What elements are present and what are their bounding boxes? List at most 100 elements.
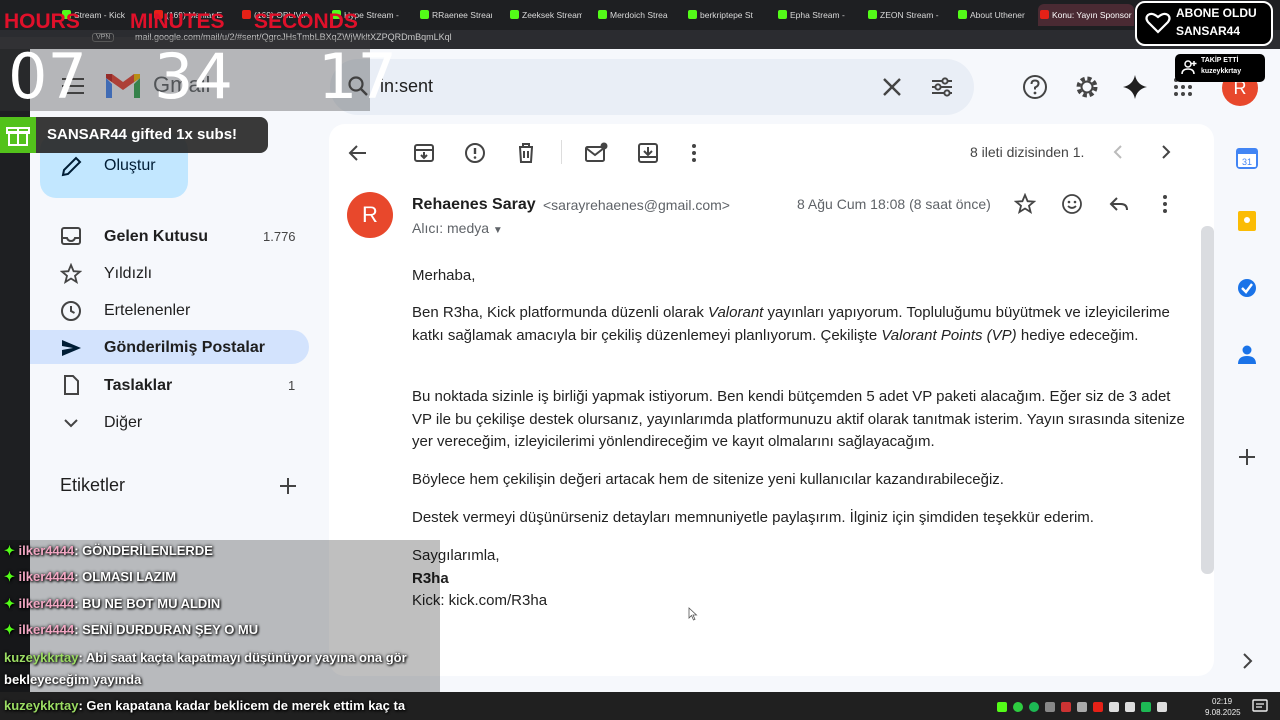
- chat-backdrop: [0, 540, 440, 692]
- recipient-line[interactable]: Alıcı: medya ▼: [412, 220, 503, 236]
- add-label-icon[interactable]: [278, 476, 298, 496]
- timer-hours: 07: [8, 40, 87, 113]
- sidebar-item-label: Gelen Kutusu: [104, 228, 209, 245]
- trash-icon[interactable]: [514, 141, 538, 165]
- pagination-text: 8 ileti dizisinden 1.: [970, 144, 1085, 160]
- svg-text:31: 31: [1242, 157, 1252, 167]
- sidebar-item-label: Gönderilmiş Postalar: [104, 339, 265, 356]
- recipient-text: Alıcı: medya: [412, 220, 490, 236]
- chevron-right-icon[interactable]: [1236, 650, 1258, 672]
- gift-box-icon: [0, 117, 36, 153]
- inbox-count: 1.776: [263, 229, 296, 244]
- scrollbar[interactable]: [1201, 226, 1214, 574]
- timer-label-hours: HOURS: [4, 10, 80, 33]
- contacts-icon[interactable]: [1236, 343, 1258, 365]
- mark-unread-icon[interactable]: [584, 141, 608, 165]
- clear-search-icon[interactable]: [878, 73, 906, 101]
- more-vert-icon[interactable]: [682, 141, 706, 165]
- drafts-count: 1: [288, 378, 296, 393]
- chat-message: ✦ ilker4444: GÖNDERİLENLERDE: [4, 543, 213, 558]
- clock-date[interactable]: 9.08.2025: [1205, 708, 1241, 717]
- caret-down-icon[interactable]: ▼: [493, 225, 503, 236]
- system-tray-icons[interactable]: [995, 700, 1185, 714]
- report-spam-icon[interactable]: [463, 141, 487, 165]
- timer-minutes: 34: [154, 40, 233, 113]
- tasks-icon[interactable]: [1236, 277, 1258, 299]
- search-options-icon[interactable]: [928, 73, 956, 101]
- browser-tab[interactable]: ZEON Stream -: [866, 4, 940, 26]
- chat-message: ✦ ilker4444: OLMASI LAZIM: [4, 569, 177, 584]
- sidebar-item-label: Ertelenenler: [104, 302, 191, 319]
- subscriber-alert-title: ABONE OLDU: [1176, 6, 1257, 20]
- kick-icon: [868, 10, 877, 19]
- browser-tab[interactable]: Epha Stream -: [776, 4, 850, 26]
- screen: Stream - Kick (169) Manlar E (169) OBLIV…: [0, 0, 1280, 720]
- email-signature-link: Kick: kick.com/R3ha: [412, 592, 548, 609]
- chat-message: kuzeykkrtay: Abi saat kaçta kapatmayı dü…: [4, 650, 407, 665]
- timer-label-minutes: MINUTES: [130, 10, 225, 33]
- star-icon: [60, 263, 82, 284]
- draft-file-icon: [64, 375, 79, 395]
- email-paragraph: Destek vermeyi düşünürseniz detayları me…: [412, 509, 1094, 526]
- forum-icon: [1040, 10, 1049, 19]
- back-arrow-icon[interactable]: [346, 141, 370, 165]
- follower-alert-name: kuzeykkrtay: [1201, 68, 1242, 75]
- timer-seconds: 17: [318, 40, 397, 113]
- reply-icon[interactable]: [1108, 193, 1130, 215]
- settings-gear-icon[interactable]: [1073, 73, 1101, 101]
- emoji-reaction-icon[interactable]: [1061, 193, 1083, 215]
- sidebar-item-label: Yıldızlı: [104, 265, 153, 282]
- kick-icon: [958, 10, 967, 19]
- sidebar-item-label: Diğer: [104, 414, 143, 431]
- message-date: 8 Ağu Cum 18:08 (8 saat önce): [797, 196, 991, 212]
- move-to-icon[interactable]: [636, 141, 660, 165]
- heart-icon: [1145, 12, 1171, 34]
- browser-tab-active[interactable]: Konu: Yayın Sponsor: [1038, 4, 1134, 26]
- mouse-cursor-icon: [688, 607, 698, 621]
- chat-message: kuzeykkrtay: Gen kapatana kadar beklicem…: [4, 698, 406, 713]
- compose-label: Oluştur: [104, 157, 156, 174]
- kick-icon: [510, 10, 519, 19]
- sender-name[interactable]: Rehaenes Saray: [412, 196, 536, 214]
- clock-time[interactable]: 02:19: [1212, 697, 1232, 706]
- pencil-icon: [61, 156, 82, 177]
- sender-email: <sarayrehaenes@gmail.com>: [543, 197, 730, 213]
- archive-icon[interactable]: [412, 141, 436, 165]
- browser-tab[interactable]: berkriptepe St: [686, 4, 760, 26]
- more-vert-icon[interactable]: [1154, 193, 1176, 215]
- subscriber-alert-name: SANSAR44: [1176, 24, 1241, 38]
- notification-icon[interactable]: [1252, 699, 1268, 713]
- sender-avatar[interactable]: R: [347, 192, 393, 238]
- help-icon[interactable]: [1021, 73, 1049, 101]
- clock-icon: [61, 301, 81, 321]
- browser-tab[interactable]: Zeeksek Stream: [508, 4, 582, 26]
- labels-heading: Etiketler: [60, 475, 126, 495]
- browser-tab[interactable]: RRaenee Stream: [418, 4, 492, 26]
- toolbar-divider: [561, 140, 562, 164]
- email-paragraph: Bu noktada sizinle iş birliği yapmak ist…: [412, 388, 1185, 450]
- chat-message: ✦ ilker4444: SENİ DURDURAN ŞEY O MU: [4, 622, 259, 637]
- inbox-icon: [61, 227, 81, 245]
- kick-icon: [688, 10, 697, 19]
- timer-label-seconds: SECONDS: [254, 10, 358, 33]
- kick-icon: [598, 10, 607, 19]
- chat-message-continuation: bekleyeceğim yayında: [4, 672, 142, 687]
- gift-alert-text: SANSAR44 gifted 1x subs!: [47, 126, 238, 143]
- browser-tab[interactable]: About Uthener: [956, 4, 1032, 26]
- email-signoff: Saygılarımla,: [412, 547, 500, 564]
- email-greeting: Merhaba,: [412, 267, 476, 284]
- kick-icon: [778, 10, 787, 19]
- keep-icon[interactable]: [1236, 210, 1258, 232]
- email-signature-name: R3ha: [412, 570, 449, 587]
- calendar-icon[interactable]: 31: [1236, 147, 1258, 169]
- email-paragraph: Böylece hem çekilişin değeri artacak hem…: [412, 471, 1004, 488]
- browser-tab[interactable]: Merdoich Strea: [596, 4, 670, 26]
- chevron-left-icon[interactable]: [1110, 143, 1128, 161]
- chevron-right-icon[interactable]: [1156, 143, 1174, 161]
- gemini-sparkle-icon[interactable]: [1121, 73, 1149, 101]
- star-icon[interactable]: [1014, 193, 1036, 215]
- add-app-icon[interactable]: [1236, 446, 1258, 468]
- user-plus-icon: [1181, 60, 1197, 75]
- send-icon: [62, 340, 81, 356]
- email-paragraph: Ben R3ha, Kick platformunda düzenli olar…: [412, 304, 1170, 344]
